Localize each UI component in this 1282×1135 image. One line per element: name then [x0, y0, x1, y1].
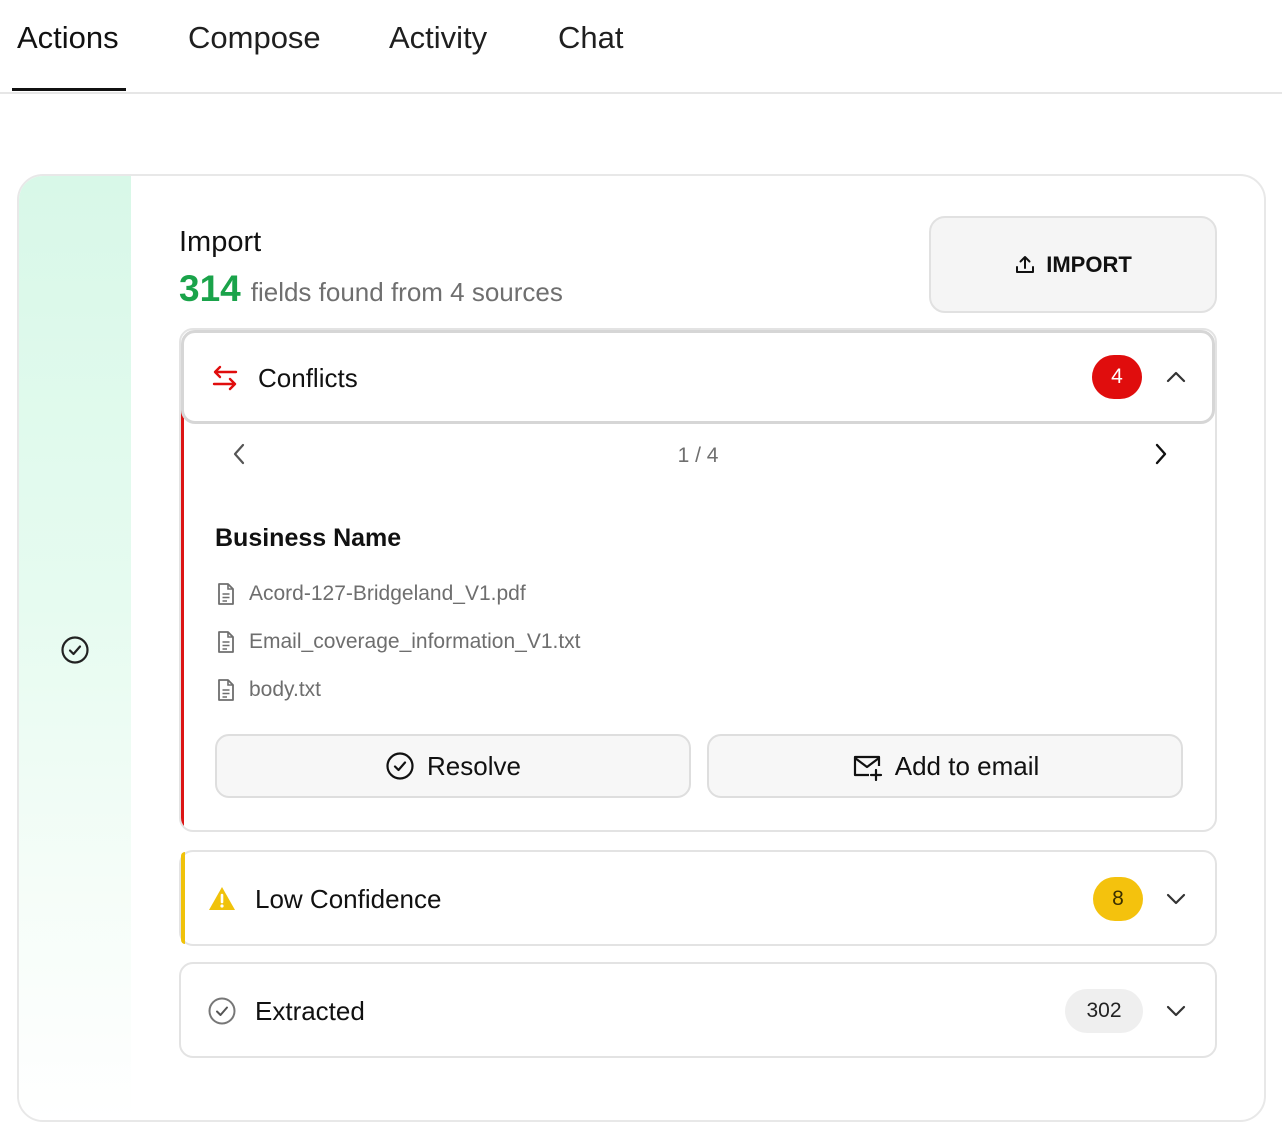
source-file-name: body.txt: [249, 678, 321, 701]
tab-actions[interactable]: Actions: [17, 20, 119, 56]
conflict-field-name: Business Name: [215, 524, 402, 552]
tab-activity[interactable]: Activity: [389, 20, 487, 56]
extracted-title: Extracted: [255, 996, 365, 1026]
low-confidence-count-badge: 8: [1093, 877, 1143, 921]
fields-summary-text: fields found from 4 sources: [250, 277, 563, 307]
conflicts-header[interactable]: Conflicts 4: [181, 330, 1215, 424]
mail-plus-icon: [853, 755, 882, 781]
add-to-email-button[interactable]: Add to email: [707, 734, 1183, 798]
conflicts-panel: Conflicts 4 1 / 4 Business Name Acord-12…: [179, 328, 1217, 832]
fields-count: 314: [179, 268, 241, 309]
chevron-down-icon[interactable]: [1164, 887, 1188, 911]
warning-indicator-bar: [181, 852, 185, 944]
tab-compose[interactable]: Compose: [188, 20, 321, 56]
conflicts-title: Conflicts: [258, 363, 358, 393]
conflict-indicator-bar: [181, 410, 184, 830]
conflicts-count-badge: 4: [1092, 355, 1142, 399]
swap-arrows-icon: [212, 365, 238, 391]
chevron-up-icon[interactable]: [1164, 365, 1188, 389]
resolve-button-label: Resolve: [427, 750, 521, 781]
extracted-count-badge: 302: [1065, 989, 1143, 1033]
tab-bar: Actions Compose Activity Chat: [0, 0, 1282, 94]
chevron-right-icon[interactable]: [1147, 441, 1173, 467]
import-card: Import 314 fields found from 4 sources IM…: [17, 174, 1266, 1122]
active-tab-indicator: [12, 88, 126, 91]
check-circle-icon: [386, 752, 414, 780]
source-file-name: Email_coverage_information_V1.txt: [249, 630, 581, 653]
import-summary: 314 fields found from 4 sources: [179, 268, 563, 310]
upload-icon: [1016, 255, 1035, 273]
source-file-item: Email_coverage_information_V1.txt: [215, 630, 581, 654]
check-circle-icon: [61, 636, 89, 664]
status-rail: [19, 176, 131, 1120]
low-confidence-panel[interactable]: Low Confidence 8: [179, 850, 1217, 946]
document-icon: [218, 631, 234, 653]
resolve-button[interactable]: Resolve: [215, 734, 691, 798]
chevron-down-icon[interactable]: [1164, 999, 1188, 1023]
low-confidence-title: Low Confidence: [255, 884, 442, 914]
conflict-pager: 1 / 4: [677, 444, 719, 467]
warning-icon: [209, 887, 235, 910]
check-circle-icon: [208, 997, 236, 1025]
source-file-item: body.txt: [215, 678, 321, 702]
tab-chat[interactable]: Chat: [558, 20, 623, 56]
source-file-name: Acord-127-Bridgeland_V1.pdf: [249, 582, 526, 605]
extracted-panel[interactable]: Extracted 302: [179, 962, 1217, 1058]
document-icon: [218, 679, 234, 701]
import-button-label: IMPORT: [1046, 251, 1132, 277]
source-file-item: Acord-127-Bridgeland_V1.pdf: [215, 582, 526, 606]
import-title: Import: [179, 226, 262, 258]
add-to-email-button-label: Add to email: [894, 750, 1040, 781]
document-icon: [218, 583, 234, 605]
import-button[interactable]: IMPORT: [929, 216, 1217, 313]
